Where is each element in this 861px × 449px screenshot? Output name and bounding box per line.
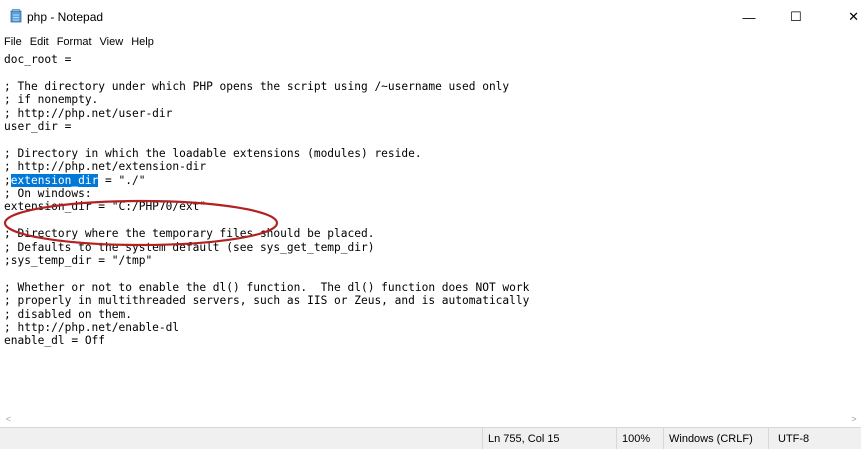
horizontal-scrollbar[interactable]: < > xyxy=(0,410,861,427)
line-suffix: = "./" xyxy=(98,173,146,187)
maximize-icon: ☐ xyxy=(790,9,802,24)
status-bar: Ln 755, Col 15 100% Windows (CRLF) UTF-8 xyxy=(0,427,861,449)
editor-line: ; http://php.net/user-dir xyxy=(4,106,173,120)
editor-line: extension_dir = "C:/PHP70/ext" xyxy=(4,200,207,214)
editor-line: ; Whether or not to enable the dl() func… xyxy=(4,280,530,294)
editor-line: ; properly in multithreaded servers, suc… xyxy=(4,294,530,308)
line-ending: Windows (CRLF) xyxy=(669,433,753,445)
editor-line: ; Directory where the temporary files sh… xyxy=(4,227,375,241)
close-button[interactable]: ✕ xyxy=(821,0,861,34)
editor-line: ; Directory in which the loadable extens… xyxy=(4,146,422,160)
selected-text: extension_dir xyxy=(10,173,99,187)
minimize-button[interactable]: — xyxy=(727,0,771,34)
close-icon: ✕ xyxy=(848,9,859,24)
status-divider xyxy=(663,428,664,449)
editor-line: ; disabled on them. xyxy=(4,307,132,321)
maximize-button[interactable]: ☐ xyxy=(774,0,818,34)
editor-line: enable_dl = Off xyxy=(4,334,106,348)
editor-line: ; http://php.net/extension-dir xyxy=(4,160,207,174)
editor-line: ;sys_temp_dir = "/tmp" xyxy=(4,254,153,267)
minimize-icon: — xyxy=(742,9,756,25)
editor-line: ; Defaults to the system default (see sy… xyxy=(4,240,375,254)
title-bar: php - Notepad — ☐ ✕ xyxy=(0,0,861,34)
status-divider xyxy=(616,428,617,449)
editor-line: doc_root = xyxy=(4,53,72,66)
line-prefix: ; xyxy=(4,173,11,187)
text-editor[interactable]: doc_root = ; The directory under which P… xyxy=(0,50,861,406)
zoom-level: 100% xyxy=(622,433,651,445)
window-title: php - Notepad xyxy=(27,10,104,24)
editor-line: ; On windows: xyxy=(4,187,92,200)
scroll-left-icon[interactable]: < xyxy=(0,410,17,427)
cursor-position: Ln 755, Col 15 xyxy=(488,433,560,445)
status-divider xyxy=(482,428,483,449)
scroll-right-icon[interactable]: > xyxy=(847,410,861,427)
encoding: UTF-8 xyxy=(778,433,810,445)
status-divider xyxy=(768,428,769,449)
editor-line-selected: ;extension_dir = "./" xyxy=(4,173,146,187)
notepad-app-icon xyxy=(10,9,22,23)
editor-line: ; http://php.net/enable-dl xyxy=(4,321,180,334)
editor-line: ; The directory under which PHP opens th… xyxy=(4,79,510,93)
editor-line: ; if nonempty. xyxy=(4,93,99,107)
editor-line: user_dir = xyxy=(4,120,72,133)
